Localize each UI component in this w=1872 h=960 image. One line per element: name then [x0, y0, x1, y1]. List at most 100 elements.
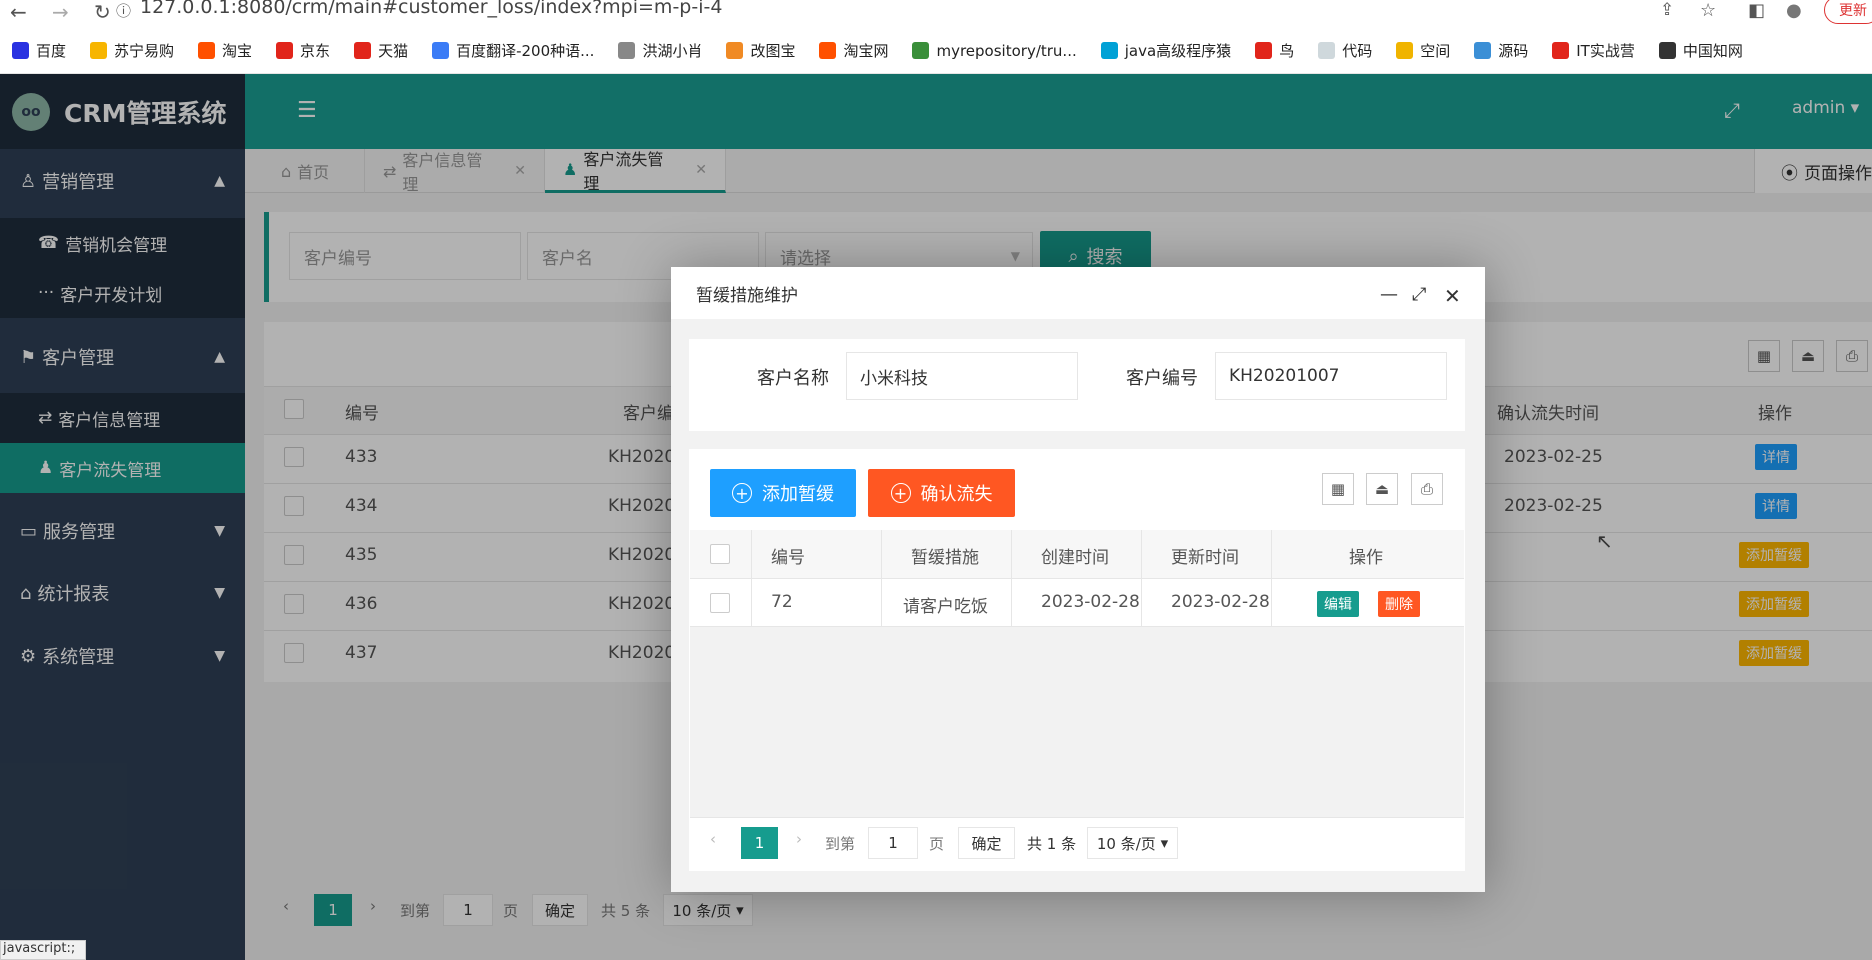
- updated-time: 2023-02-28: [1171, 592, 1270, 612]
- column-header: 更新时间: [1171, 548, 1239, 568]
- bookmark-label: 洪湖小肖: [642, 42, 703, 60]
- bookmark-icon: [618, 42, 636, 59]
- bookmark-icon: [912, 42, 930, 59]
- bookmark-label: 空间: [1420, 42, 1451, 60]
- forward-icon[interactable]: →: [52, 0, 69, 24]
- column-divider: [1271, 530, 1272, 627]
- bookmark-label: 京东: [300, 42, 331, 60]
- bookmark-item[interactable]: 苏宁易购: [90, 40, 174, 61]
- bookmark-icon: [1396, 42, 1414, 59]
- close-icon[interactable]: ✕: [1444, 284, 1461, 308]
- row-checkbox[interactable]: [710, 593, 730, 613]
- customer-name-label: 客户名称: [757, 368, 829, 389]
- bookmark-item[interactable]: 中国知网: [1658, 40, 1743, 61]
- deferral-measure: 请客户吃饭: [903, 597, 988, 617]
- profile-icon[interactable]: ●: [1786, 0, 1802, 21]
- prev-page-icon[interactable]: ‹: [710, 830, 716, 848]
- edit-button[interactable]: 编辑: [1317, 591, 1359, 617]
- bookmark-label: 鸟: [1279, 42, 1295, 60]
- bookmark-label: 百度翻译-200种语...: [456, 42, 595, 60]
- print-icon[interactable]: ⎙: [1411, 473, 1443, 505]
- bookmark-item[interactable]: 空间: [1396, 40, 1450, 61]
- column-header: 暂缓措施: [911, 548, 979, 568]
- bookmark-label: java高级程序猿: [1124, 42, 1232, 60]
- bookmark-icon: [1100, 42, 1118, 59]
- reload-icon[interactable]: ↻: [94, 0, 111, 24]
- bookmark-item[interactable]: 淘宝网: [819, 40, 888, 61]
- bookmark-item[interactable]: 改图宝: [726, 40, 795, 61]
- page-label: 页: [929, 835, 945, 853]
- bookmark-item[interactable]: 代码: [1318, 40, 1372, 61]
- bookmark-item[interactable]: 淘宝: [198, 40, 252, 61]
- bookmark-label: 改图宝: [750, 42, 796, 60]
- column-divider: [881, 530, 882, 627]
- column-divider: [751, 530, 752, 627]
- page-size-value: 10 条/页: [1096, 834, 1156, 853]
- delete-button[interactable]: 删除: [1378, 591, 1420, 617]
- back-icon[interactable]: ←: [10, 0, 27, 24]
- update-button[interactable]: 更新: [1824, 0, 1872, 24]
- bookmark-icon: [12, 42, 29, 59]
- bookmark-item[interactable]: myrepository/tru...: [912, 41, 1077, 60]
- bookmark-label: 淘宝网: [843, 42, 889, 60]
- bookmark-item[interactable]: 鸟: [1255, 40, 1294, 61]
- columns-icon[interactable]: ▦: [1322, 473, 1354, 505]
- bookmark-icon: [726, 42, 744, 59]
- sidepanel-icon[interactable]: ◧: [1748, 0, 1765, 21]
- status-bar: javascript:;: [0, 940, 86, 960]
- star-icon[interactable]: ☆: [1700, 0, 1716, 21]
- bookmark-item[interactable]: 天猫: [354, 40, 408, 61]
- bookmark-icon: [1318, 42, 1336, 59]
- bookmark-icon: [819, 42, 837, 59]
- bookmark-label: 源码: [1498, 42, 1529, 60]
- bookmark-icon: [90, 42, 108, 59]
- bookmark-item[interactable]: 洪湖小肖: [618, 40, 702, 61]
- goto-confirm-button[interactable]: 确定: [958, 827, 1015, 859]
- export-icon[interactable]: ⏏: [1366, 473, 1398, 505]
- bookmarks-bar: 百度 苏宁易购 淘宝 京东 天猫 百度翻译-200种语... 洪湖小肖 改图宝 淘宝网 myrep…: [0, 28, 1872, 74]
- empty-area: [690, 627, 1464, 817]
- minimize-icon[interactable]: —: [1380, 284, 1398, 305]
- bookmark-item[interactable]: 百度: [12, 40, 66, 61]
- address-bar[interactable]: 127.0.0.1:8080/crm/main#customer_loss/in…: [140, 0, 722, 18]
- plus-circle-icon: +: [732, 483, 752, 503]
- column-divider: [1141, 530, 1142, 627]
- select-all-checkbox[interactable]: [710, 544, 730, 564]
- page-size-select[interactable]: 10 条/页 ▾: [1087, 827, 1178, 859]
- bookmark-label: 中国知网: [1682, 42, 1743, 60]
- goto-input[interactable]: 1: [868, 827, 918, 859]
- column-header: 编号: [771, 548, 805, 568]
- bookmark-icon: [1255, 42, 1273, 59]
- page-number[interactable]: 1: [741, 827, 778, 859]
- customer-name-field[interactable]: 小米科技: [846, 352, 1078, 400]
- goto-label: 到第: [825, 835, 856, 853]
- confirm-loss-button[interactable]: + 确认流失: [868, 469, 1015, 517]
- bookmark-item[interactable]: 京东: [276, 40, 330, 61]
- column-divider: [1011, 530, 1012, 627]
- created-time: 2023-02-28: [1041, 592, 1140, 612]
- bookmark-item[interactable]: 源码: [1474, 40, 1528, 61]
- bookmark-label: myrepository/tru...: [936, 41, 1077, 60]
- mouse-cursor-icon: ↖: [1596, 529, 1613, 553]
- bookmark-label: 淘宝: [222, 42, 253, 60]
- column-header: 操作: [1349, 548, 1383, 568]
- bookmark-item[interactable]: java高级程序猿: [1100, 40, 1232, 61]
- customer-no-field[interactable]: KH20201007: [1215, 352, 1447, 400]
- bookmark-item[interactable]: IT实战营: [1552, 40, 1635, 61]
- customer-no-label: 客户编号: [1126, 368, 1198, 389]
- bookmark-icon: [354, 42, 372, 59]
- site-info-icon[interactable]: ⓘ: [116, 0, 131, 21]
- bookmark-icon: [1658, 42, 1676, 59]
- add-deferral-button[interactable]: + 添加暂缓: [710, 469, 856, 517]
- bookmark-label: 天猫: [378, 42, 409, 60]
- bookmark-label: 百度: [36, 42, 67, 60]
- bookmark-label: 苏宁易购: [114, 42, 175, 60]
- confirm-loss-label: 确认流失: [920, 484, 993, 505]
- share-icon[interactable]: ⇪: [1660, 0, 1674, 20]
- deferral-id: 72: [771, 592, 793, 612]
- maximize-icon[interactable]: ⤢: [1412, 284, 1426, 305]
- bookmark-label: IT实战营: [1576, 42, 1635, 60]
- bookmark-icon: [1552, 42, 1570, 59]
- next-page-icon[interactable]: ›: [796, 830, 802, 848]
- bookmark-item[interactable]: 百度翻译-200种语...: [432, 40, 594, 61]
